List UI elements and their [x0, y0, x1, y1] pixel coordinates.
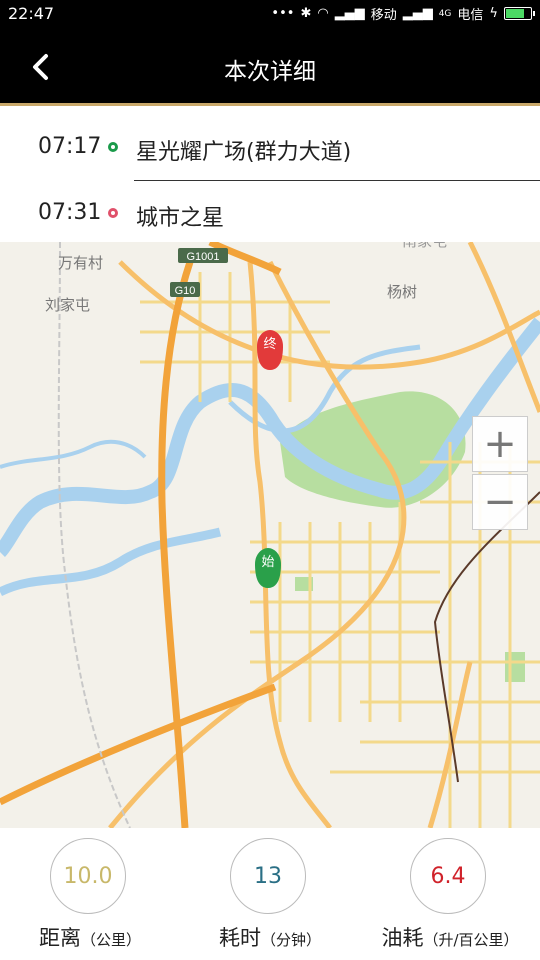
- end-marker-label: 终: [263, 336, 276, 352]
- highway-shield-1: G1001: [178, 248, 228, 263]
- bluetooth-icon: ✱: [300, 6, 312, 21]
- status-bar: 22:47 ••• ✱ ◠ ▂▄▆ 移动 ▂▄▆ 4G 电信 ϟ: [0, 0, 540, 28]
- place-label-place: 杨树: [387, 283, 417, 301]
- highway-label-2: G10: [175, 285, 196, 297]
- distance-label-group: 距离（公里）: [0, 922, 180, 952]
- zoom-out-button[interactable]: −: [472, 474, 528, 530]
- more-icon: •••: [271, 6, 295, 21]
- park-small-2: [505, 652, 525, 682]
- zoom-in-button[interactable]: +: [472, 416, 528, 472]
- start-dot-icon: [108, 142, 118, 152]
- start-marker[interactable]: 始: [255, 548, 281, 588]
- duration-unit: （分钟）: [260, 931, 321, 949]
- end-dot-icon: [108, 208, 118, 218]
- wifi-icon: ◠: [317, 6, 329, 21]
- distance-unit: （公里）: [80, 931, 141, 949]
- stat-distance: 10.0 距离（公里）: [0, 838, 180, 958]
- map-view[interactable]: G1001 G10 万有村 刘家屯 杨树 南家屯 终 始 + −: [0, 242, 540, 828]
- route-end-row: 07:31 城市之星: [0, 178, 540, 244]
- charging-icon: ϟ: [489, 6, 498, 21]
- signal-icon: ▂▄▆: [334, 6, 365, 21]
- river-branch-1: [0, 527, 222, 597]
- end-location: 城市之星: [136, 206, 225, 231]
- highways: [0, 242, 282, 828]
- place-label-top: 南家屯: [402, 242, 447, 250]
- map-canvas[interactable]: G1001 G10 万有村 刘家屯 杨树 南家屯 终 始: [0, 242, 540, 828]
- route-panel: 07:17 星光耀广场(群力大道) 07:31 城市之星: [0, 106, 540, 242]
- carrier-2: 电信: [457, 8, 484, 23]
- route-start-row: 07:17 星光耀广场(群力大道): [0, 112, 540, 181]
- end-marker[interactable]: 终: [257, 330, 283, 370]
- river-branch-3: [0, 439, 147, 469]
- stat-duration: 13 耗时（分钟）: [180, 838, 360, 958]
- start-location: 星光耀广场(群力大道): [136, 140, 352, 165]
- battery-icon: [504, 7, 535, 20]
- end-time: 07:31: [38, 200, 102, 225]
- stat-fuel: 6.4 油耗（升/百公里）: [360, 838, 540, 958]
- highway-label-1: G1001: [186, 251, 219, 263]
- distance-label: 距离: [38, 926, 81, 950]
- signal-icon-2: ▂▄▆: [402, 6, 433, 21]
- rail-grey: [57, 242, 131, 828]
- title-bar: 本次详细: [0, 28, 540, 106]
- fuel-value: 6.4: [410, 838, 486, 914]
- carrier-1: 移动: [370, 8, 397, 23]
- fuel-unit: （升/百公里）: [423, 931, 519, 949]
- start-marker-label: 始: [261, 555, 274, 570]
- status-time: 22:47: [8, 4, 55, 23]
- fuel-label: 油耗: [381, 926, 424, 950]
- trip-stats: 10.0 距离（公里） 13 耗时（分钟） 6.4 油耗（升/百公里）: [0, 828, 540, 960]
- place-label-village1: 万有村: [58, 254, 103, 272]
- duration-label-group: 耗时（分钟）: [180, 922, 360, 952]
- highway-shield-2: G10: [170, 282, 200, 297]
- duration-label: 耗时: [218, 926, 261, 950]
- distance-value: 10.0: [50, 838, 126, 914]
- duration-value: 13: [230, 838, 306, 914]
- start-time: 07:17: [38, 134, 102, 159]
- place-label-village2: 刘家屯: [45, 296, 90, 314]
- page-title: 本次详细: [224, 59, 316, 85]
- fuel-label-group: 油耗（升/百公里）: [360, 922, 540, 952]
- network-type: 4G: [438, 8, 452, 19]
